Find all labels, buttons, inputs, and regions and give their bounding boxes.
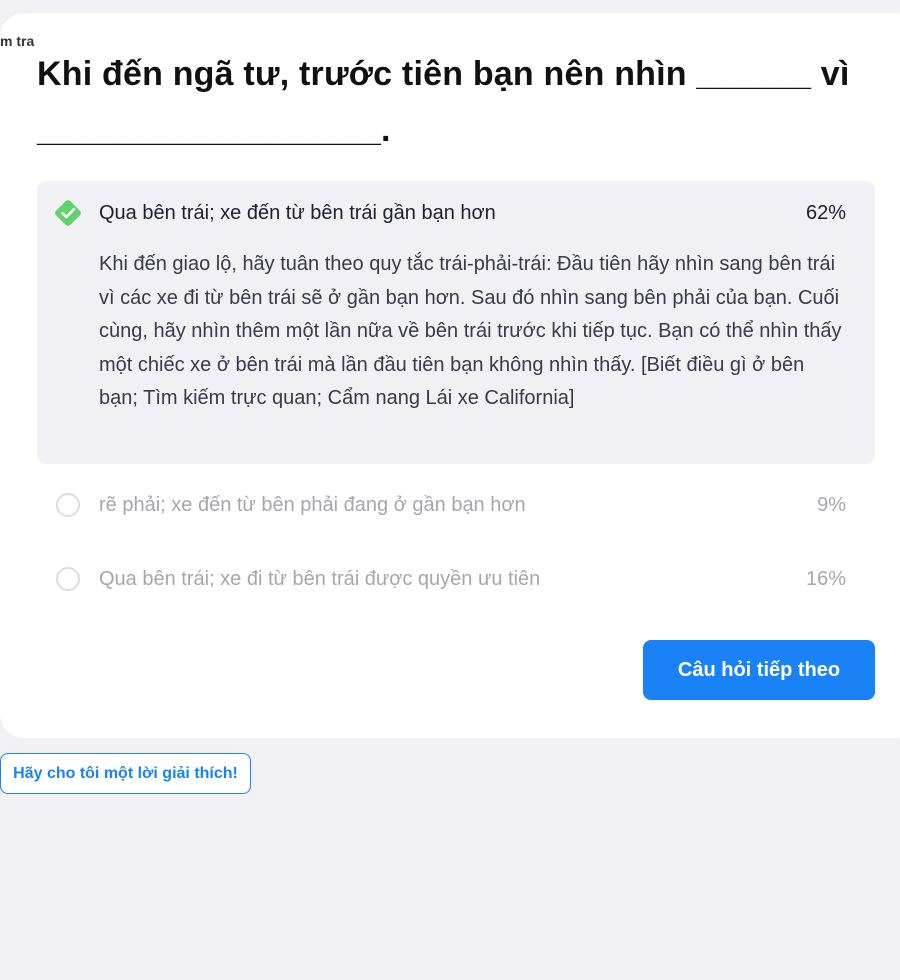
question-text: Khi đến ngã tư, trước tiên bạn nên nhìn …: [37, 55, 850, 149]
radio-icon[interactable]: [56, 567, 80, 591]
answer-percent: 9%: [817, 494, 846, 516]
answer-label: Qua bên trái; xe đi từ bên trái được quy…: [99, 568, 541, 590]
answer-option[interactable]: Qua bên trái; xe đi từ bên trái được quy…: [37, 555, 875, 605]
answer-option-correct[interactable]: Qua bên trái; xe đến từ bên trái gần bạn…: [37, 181, 875, 464]
answer-option[interactable]: rẽ phải; xe đến từ bên phải đang ở gần b…: [37, 481, 875, 531]
explain-button[interactable]: Hãy cho tôi một lời giải thích!: [0, 753, 251, 794]
radio-icon[interactable]: [56, 493, 80, 517]
answer-explanation: Khi đến giao lộ, hãy tuân theo quy tắc t…: [99, 253, 842, 409]
breadcrumb: m tra: [0, 33, 35, 49]
check-diamond-icon: [55, 200, 81, 226]
next-question-button[interactable]: Câu hỏi tiếp theo: [643, 640, 875, 700]
answer-label: Qua bên trái; xe đến từ bên trái gần bạn…: [99, 202, 496, 224]
answer-label: rẽ phải; xe đến từ bên phải đang ở gần b…: [99, 494, 526, 516]
answer-percent: 62%: [805, 202, 846, 224]
answer-percent: 16%: [805, 568, 846, 590]
